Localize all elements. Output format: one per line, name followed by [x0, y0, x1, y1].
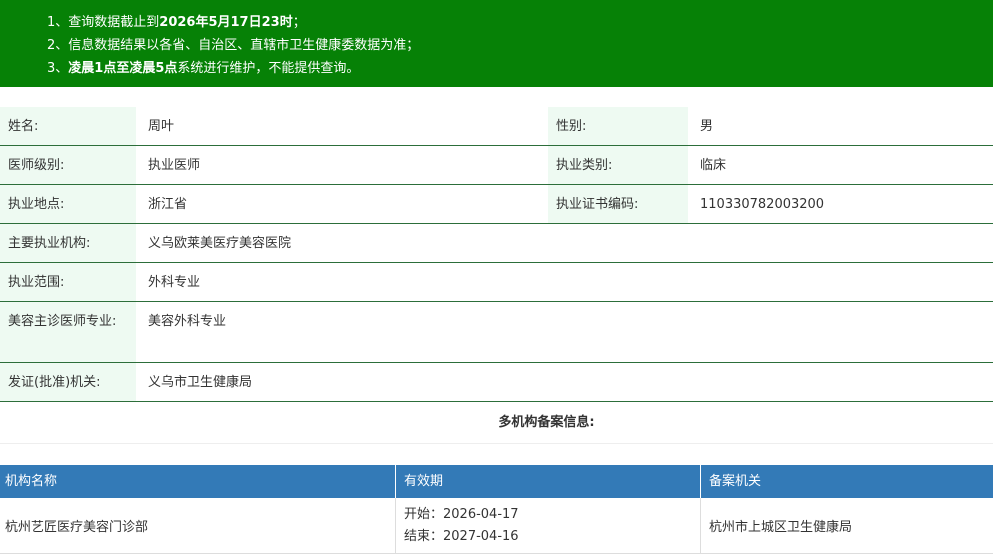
cert-label: 执业证书编码: — [548, 185, 688, 223]
notice-line-2: 2、信息数据结果以各省、自治区、直辖市卫生健康委数据为准； — [47, 38, 420, 53]
validity-start: 开始：2026-04-17 — [404, 506, 519, 522]
name-value: 周叶 — [148, 119, 175, 134]
table-header: 机构名称 有效期 备案机关 — [0, 465, 993, 498]
header-authority: 备案机关 — [709, 474, 762, 489]
header-validity: 有效期 — [396, 465, 701, 498]
location-label: 执业地点: — [0, 185, 136, 223]
org-label: 主要执业机构: — [0, 224, 136, 262]
header-org-name: 机构名称 — [0, 465, 396, 498]
multi-org-title: 多机构备案信息: — [0, 402, 993, 444]
multi-org-table: 机构名称 有效期 备案机关 杭州艺匠医疗美容门诊部 开始：2026-04-17 … — [0, 465, 993, 554]
name-label: 姓名: — [0, 107, 136, 145]
gender-value: 男 — [700, 119, 714, 134]
notice-banner: 1、查询数据截止到2026年5月17日23时； 2、信息数据结果以各省、自治区、… — [0, 0, 993, 87]
notice-cutoff-date: 2026年5月17日23时 — [159, 15, 293, 30]
table-row: 杭州艺匠医疗美容门诊部 开始：2026-04-17 结束：2027-04-16 … — [0, 498, 993, 554]
row-validity: 开始：2026-04-17 结束：2027-04-16 — [396, 498, 701, 553]
notice-line-3: 3、凌晨1点至凌晨5点系统进行维护，不能提供查询。 — [47, 61, 360, 76]
info-row-level: 医师级别: 执业医师 执业类别: 临床 — [0, 146, 993, 185]
level-value: 执业医师 — [148, 158, 201, 173]
issuer-value: 义乌市卫生健康局 — [148, 375, 253, 390]
row-authority: 杭州市上城区卫生健康局 — [709, 520, 853, 535]
info-row-issuer: 发证(批准)机关: 义乌市卫生健康局 — [0, 363, 993, 402]
level-label: 医师级别: — [0, 146, 136, 184]
info-row-location: 执业地点: 浙江省 执业证书编码: 110330782003200 — [0, 185, 993, 224]
cert-value: 110330782003200 — [700, 197, 825, 212]
location-value: 浙江省 — [148, 197, 188, 212]
category-value: 临床 — [700, 158, 727, 173]
cosmetic-label: 美容主诊医师专业: — [0, 302, 136, 362]
validity-end: 结束：2027-04-16 — [404, 528, 519, 544]
issuer-label: 发证(批准)机关: — [0, 363, 136, 401]
info-row-org: 主要执业机构: 义乌欧莱美医疗美容医院 — [0, 224, 993, 263]
org-value: 义乌欧莱美医疗美容医院 — [148, 236, 292, 251]
notice-maintenance-window: 凌晨1点至凌晨5点 — [68, 61, 178, 76]
scope-label: 执业范围: — [0, 263, 136, 301]
cosmetic-value: 美容外科专业 — [148, 314, 227, 329]
doctor-info-table: 姓名: 周叶 性别: 男 医师级别: 执业医师 执业类别: 临床 执业地点: 浙… — [0, 107, 993, 402]
row-org-name: 杭州艺匠医疗美容门诊部 — [0, 498, 396, 553]
info-row-name: 姓名: 周叶 性别: 男 — [0, 107, 993, 146]
category-label: 执业类别: — [548, 146, 688, 184]
gender-label: 性别: — [548, 107, 688, 145]
info-row-cosmetic: 美容主诊医师专业: 美容外科专业 — [0, 302, 993, 363]
info-row-scope: 执业范围: 外科专业 — [0, 263, 993, 302]
notice-line-1: 1、查询数据截止到2026年5月17日23时； — [47, 15, 306, 30]
scope-value: 外科专业 — [148, 275, 201, 290]
